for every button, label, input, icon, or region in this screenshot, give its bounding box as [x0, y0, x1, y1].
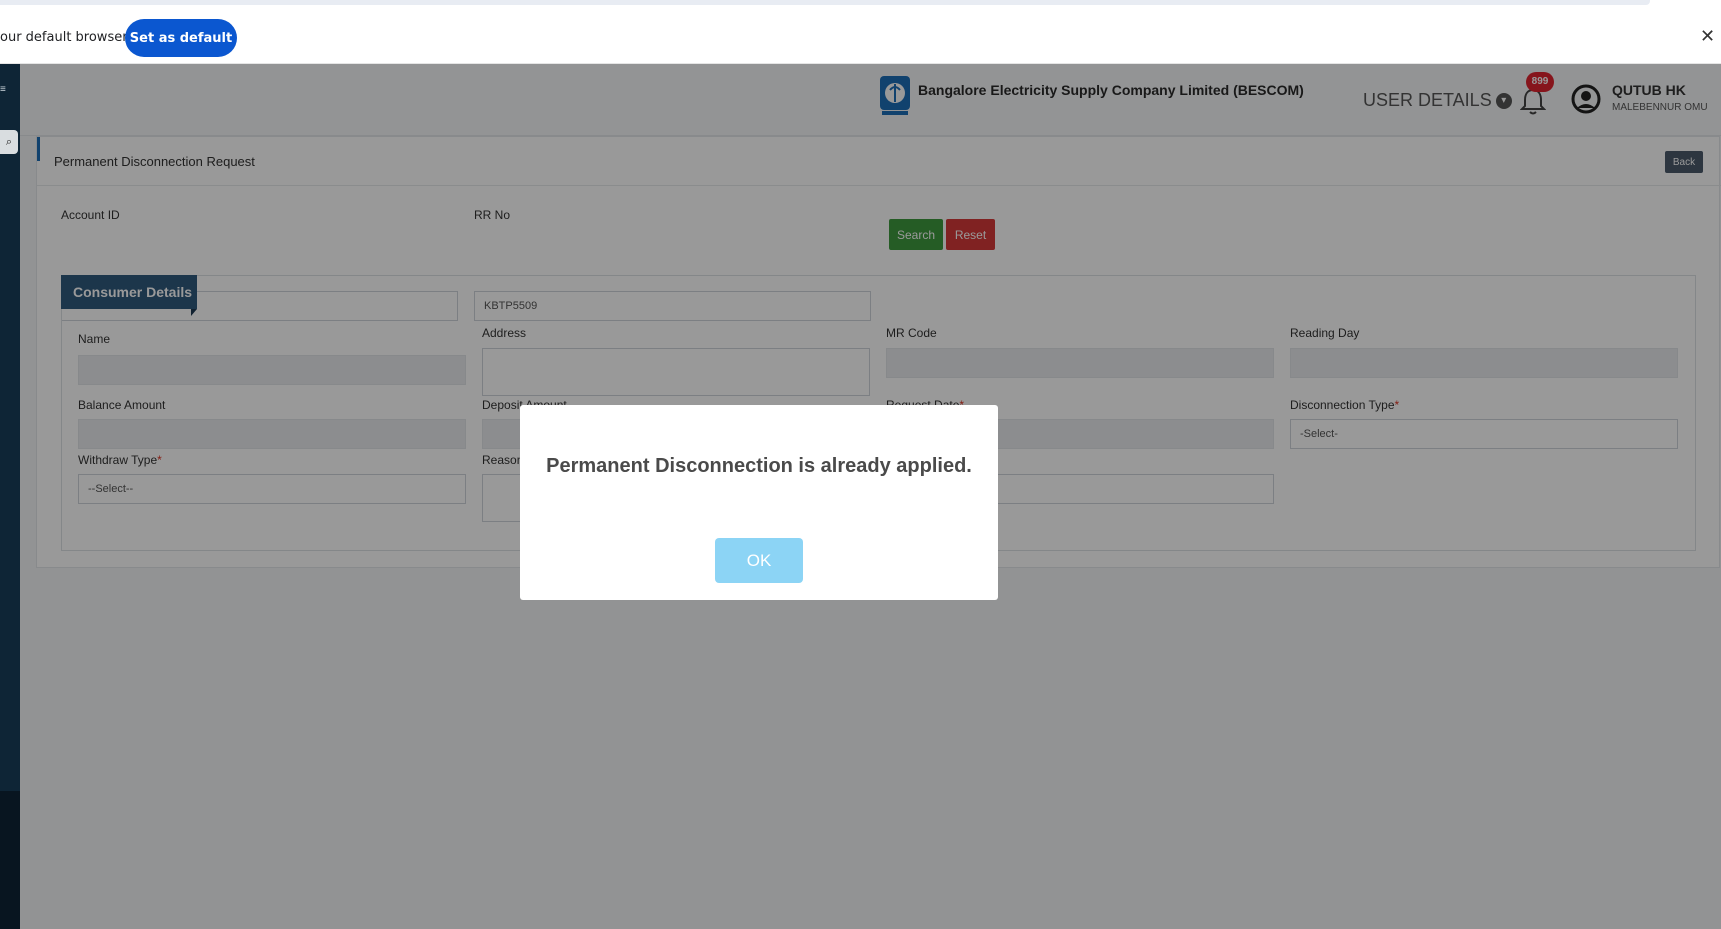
search-icon[interactable]: ⌕ — [0, 130, 18, 154]
alert-dialog: Permanent Disconnection is already appli… — [520, 405, 998, 600]
default-browser-message: our default browser — [0, 30, 128, 45]
set-as-default-button[interactable]: Set as default — [125, 19, 237, 57]
close-icon[interactable]: ✕ — [1700, 26, 1715, 47]
default-browser-bar: our default browser Set as default ✕ — [0, 0, 1721, 64]
menu-icon[interactable]: ≡ — [0, 84, 6, 95]
sidebar-footer — [0, 791, 20, 929]
page-load-progress — [0, 0, 1650, 5]
ok-button[interactable]: OK — [715, 538, 803, 583]
alert-message: Permanent Disconnection is already appli… — [546, 455, 972, 477]
sidebar: ≡ ⌕ — [0, 64, 20, 929]
